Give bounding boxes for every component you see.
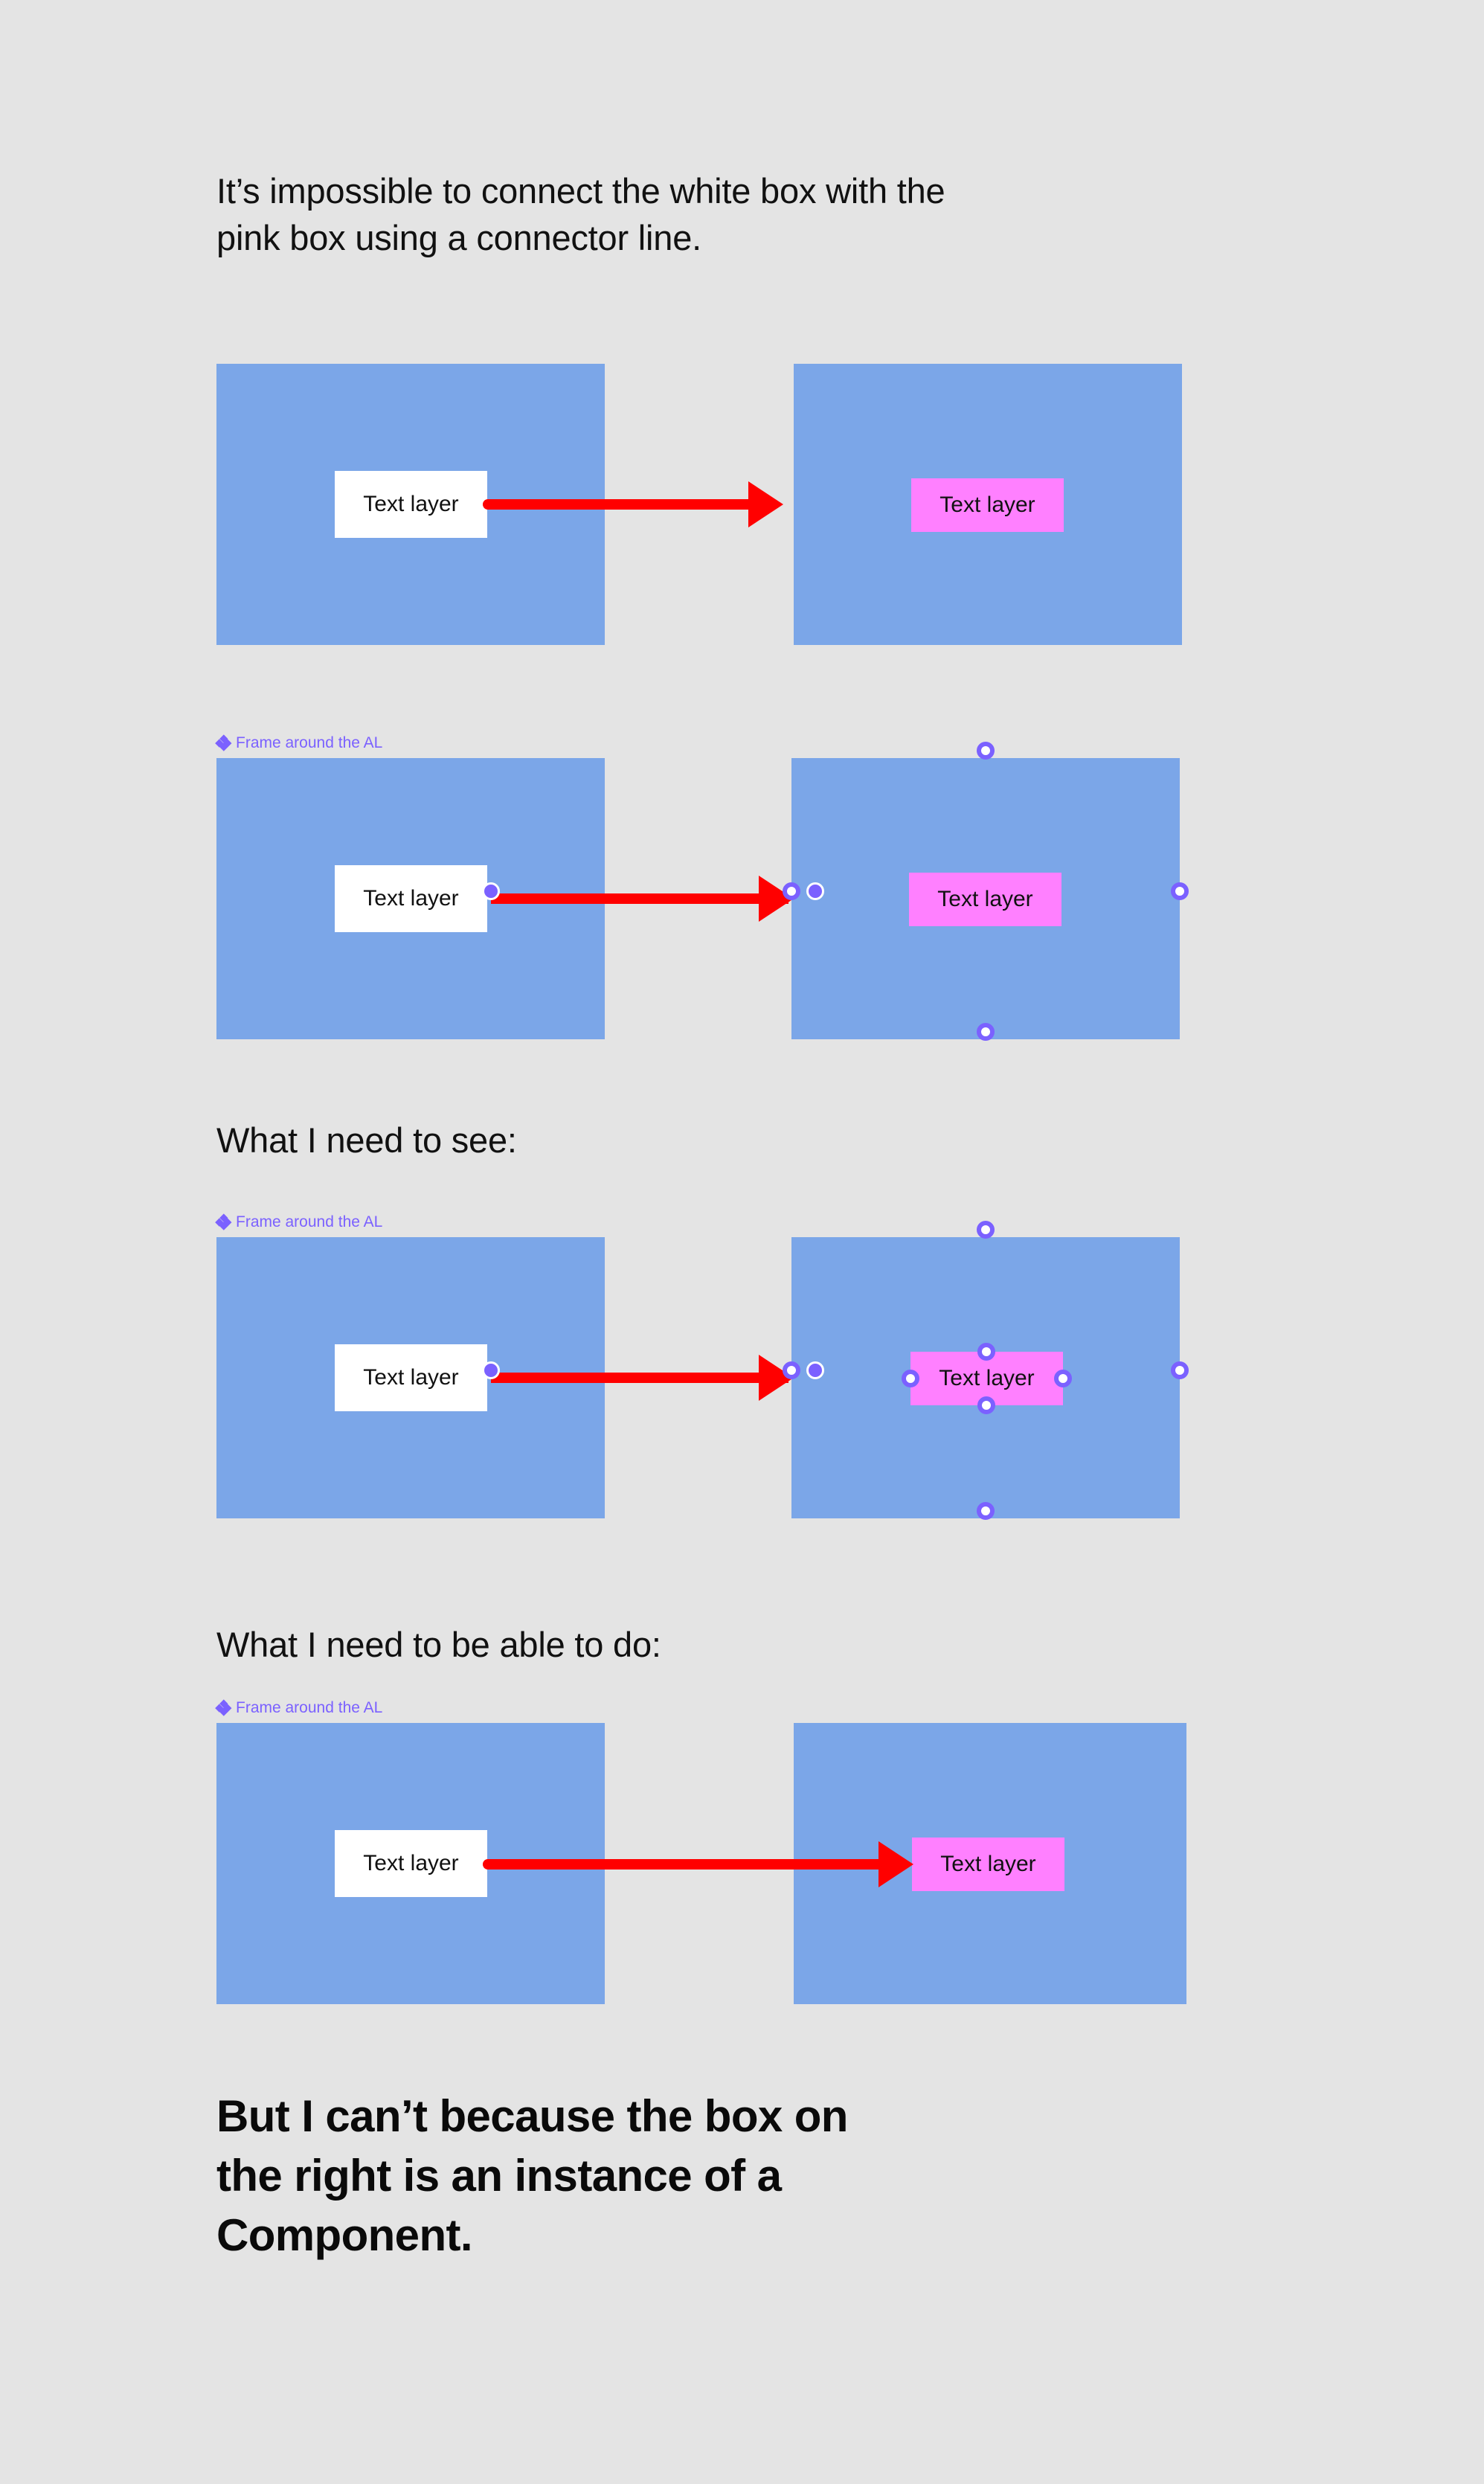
connector-arrowhead xyxy=(878,1841,913,1887)
text-layer-label: Text layer xyxy=(940,1852,1036,1876)
handle-connector-endpoint[interactable] xyxy=(806,1361,824,1379)
closing-statement: But I can’t because the box on the right… xyxy=(216,2091,848,2260)
text-layer-label: Text layer xyxy=(363,1365,459,1390)
diagram-4-frame-label: Frame around the AL xyxy=(215,1699,383,1716)
handle-white-text-layer-right[interactable] xyxy=(482,1361,500,1379)
handle-right-frame-top[interactable] xyxy=(977,742,995,760)
handle-right-frame-left[interactable] xyxy=(783,882,800,900)
text-layer-label: Text layer xyxy=(937,887,1033,911)
intro-heading: It’s impossible to connect the white box… xyxy=(216,171,945,257)
handle-right-frame-right[interactable] xyxy=(1171,1361,1189,1379)
component-diamond-icon xyxy=(215,734,232,751)
text-layer-label: Text layer xyxy=(939,1366,1035,1390)
diagram-1-pink-text-layer[interactable]: Text layer xyxy=(911,478,1064,532)
diagram-4-white-text-layer[interactable]: Text layer xyxy=(335,1830,487,1897)
text-layer-label: Text layer xyxy=(363,492,459,516)
connector-line xyxy=(491,893,788,904)
handle-pink-text-layer-right[interactable] xyxy=(1054,1370,1072,1387)
handle-right-frame-bottom[interactable] xyxy=(977,1023,995,1041)
page-root: It’s impossible to connect the white box… xyxy=(0,0,1484,2484)
diagram-2-frame-label: Frame around the AL xyxy=(215,734,383,751)
diagram-4-pink-text-layer[interactable]: Text layer xyxy=(912,1838,1064,1891)
handle-right-frame-top[interactable] xyxy=(977,1221,995,1239)
handle-pink-text-layer-left[interactable] xyxy=(902,1370,919,1387)
handle-right-frame-right[interactable] xyxy=(1171,882,1189,900)
handle-pink-text-layer-top[interactable] xyxy=(977,1343,995,1361)
handle-right-frame-bottom[interactable] xyxy=(977,1502,995,1520)
component-diamond-icon xyxy=(215,1213,232,1230)
connector-line xyxy=(488,1859,878,1870)
frame-label-text: Frame around the AL xyxy=(236,734,383,751)
diagram-2-pink-text-layer[interactable]: Text layer xyxy=(909,873,1061,926)
handle-pink-text-layer-bottom[interactable] xyxy=(977,1396,995,1414)
diagram-3-white-text-layer[interactable]: Text layer xyxy=(335,1344,487,1411)
heading-what-i-need-to-see: What I need to see: xyxy=(216,1120,517,1160)
text-layer-label: Text layer xyxy=(363,1851,459,1875)
heading-what-i-need-to-be-able-to-do: What I need to be able to do: xyxy=(216,1625,661,1664)
text-layer-label: Text layer xyxy=(939,492,1035,517)
component-diamond-icon xyxy=(215,1699,232,1716)
connector-arrowhead xyxy=(748,481,783,527)
connector-line xyxy=(488,499,748,510)
diagram-1-white-text-layer[interactable]: Text layer xyxy=(335,471,487,538)
diagram-2-white-text-layer[interactable]: Text layer xyxy=(335,865,487,932)
frame-label-text: Frame around the AL xyxy=(236,1699,383,1716)
handle-connector-endpoint[interactable] xyxy=(806,882,824,900)
diagram-3-frame-label: Frame around the AL xyxy=(215,1213,383,1230)
handle-right-frame-left[interactable] xyxy=(783,1361,800,1379)
frame-label-text: Frame around the AL xyxy=(236,1213,383,1230)
text-layer-label: Text layer xyxy=(363,886,459,911)
connector-line xyxy=(491,1373,788,1383)
handle-white-text-layer-right[interactable] xyxy=(482,882,500,900)
